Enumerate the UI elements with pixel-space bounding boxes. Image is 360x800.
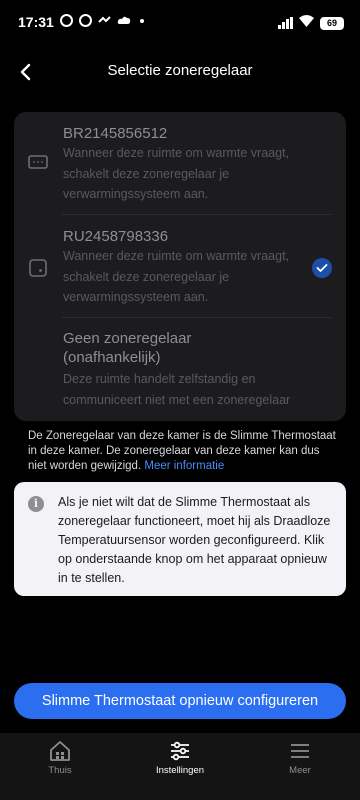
- tab-label: Thuis: [48, 765, 72, 776]
- option-title: RU2458798336: [63, 228, 169, 245]
- status-bar: 17:31 69: [0, 0, 360, 44]
- option-no-zone-controller[interactable]: Geen zoneregelaar (onafhankelijk) Deze r…: [14, 318, 346, 421]
- option-description: Wanneer deze ruimte om warmte vraagt, sc…: [63, 249, 290, 304]
- signal-icon: [278, 17, 293, 29]
- cloud-icon: [117, 14, 131, 27]
- more-info-link[interactable]: Meer informatie: [144, 460, 224, 472]
- header: Selectie zoneregelaar: [0, 52, 360, 92]
- thermostat-device-icon: [29, 259, 47, 277]
- option-description: Deze ruimte handelt zelfstandig en commu…: [63, 372, 291, 407]
- tab-home[interactable]: Thuis: [15, 739, 105, 776]
- sliders-icon: [171, 741, 189, 761]
- tab-settings[interactable]: Instellingen: [135, 739, 225, 776]
- boiler-relay-icon: [28, 155, 48, 169]
- tab-more[interactable]: Meer: [255, 739, 345, 776]
- tab-bar: Thuis Instellingen Meer: [0, 733, 360, 800]
- notification-icon: [60, 14, 73, 27]
- link-icon: [98, 14, 111, 27]
- notification-icons: [60, 14, 144, 27]
- zone-controller-options: BR2145856512 Wanneer deze ruimte om warm…: [14, 112, 346, 421]
- footnote: De Zoneregelaar van deze kamer is de Sli…: [28, 429, 338, 474]
- menu-icon: [291, 744, 309, 758]
- info-text: Als je niet wilt dat de Slimme Thermosta…: [58, 495, 331, 585]
- option-title: Geen zoneregelaar (onafhankelijk): [63, 330, 192, 366]
- status-indicators: 69: [278, 14, 344, 32]
- option-title: BR2145856512: [63, 125, 168, 142]
- wifi-icon: [299, 14, 314, 32]
- reconfigure-thermostat-button[interactable]: Slimme Thermostaat opnieuw configureren: [14, 683, 346, 719]
- battery-icon: 69: [320, 16, 344, 30]
- more-notifications-dot: [140, 18, 144, 23]
- home-icon: [50, 741, 70, 761]
- tab-label: Instellingen: [155, 765, 205, 776]
- option-description: Wanneer deze ruimte om warmte vraagt, sc…: [63, 146, 290, 201]
- tab-label: Meer: [289, 765, 311, 776]
- info-box: i Als je niet wilt dat de Slimme Thermos…: [14, 482, 346, 596]
- info-icon: i: [28, 496, 44, 512]
- option-ru2458798336[interactable]: RU2458798336 Wanneer deze ruimte om warm…: [14, 215, 346, 318]
- notification-icon: [79, 14, 92, 27]
- checkmark-icon: [312, 258, 332, 278]
- option-br2145856512[interactable]: BR2145856512 Wanneer deze ruimte om warm…: [14, 112, 346, 215]
- status-time: 17:31: [18, 14, 54, 30]
- page-title: Selectie zoneregelaar: [107, 62, 253, 79]
